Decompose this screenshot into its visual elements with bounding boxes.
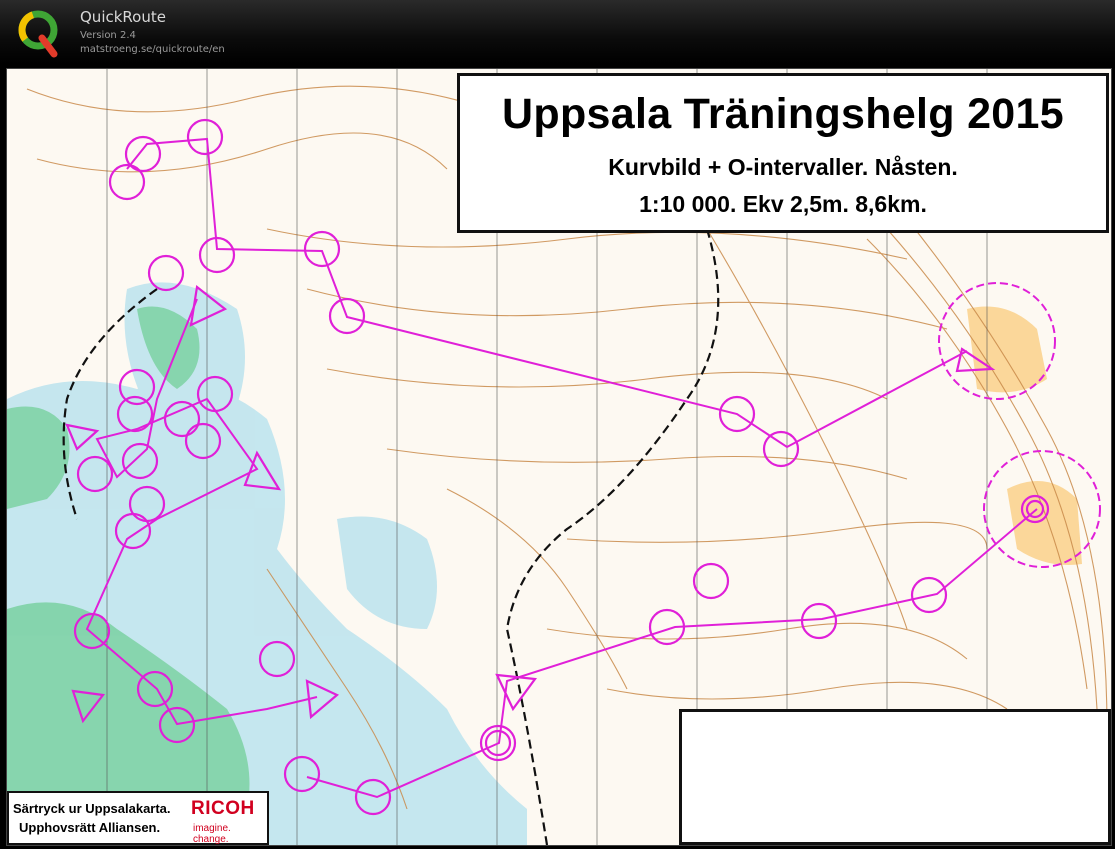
app-version: Version 2.4 xyxy=(80,30,136,41)
credit-copyright: Upphovsrätt Alliansen. xyxy=(19,820,161,835)
map-title-box: Uppsala Träningshelg 2015 Kurvbild + O-i… xyxy=(457,73,1109,233)
sponsor-logo: RICOH xyxy=(191,798,255,819)
map-subtitle-scale: 1:10 000. Ekv 2,5m. 8,6km. xyxy=(639,191,927,217)
open-land xyxy=(967,306,1082,565)
map-canvas[interactable]: Uppsala Träningshelg 2015 Kurvbild + O-i… xyxy=(6,68,1112,846)
blank-legend-box xyxy=(679,709,1111,845)
app-header: QuickRoute Version 2.4 matstroeng.se/qui… xyxy=(0,0,1115,64)
app-url[interactable]: matstroeng.se/quickroute/en xyxy=(80,44,225,55)
map-title: Uppsala Träningshelg 2015 xyxy=(502,90,1064,138)
map-credit-box: Särtryck ur Uppsalakarta. Upphovsrätt Al… xyxy=(7,791,269,845)
map-subtitle-event: Kurvbild + O-intervaller. Nåsten. xyxy=(608,154,958,180)
quickroute-logo-icon xyxy=(18,10,58,58)
credit-reprint: Särtryck ur Uppsalakarta. xyxy=(13,801,171,816)
app-title: QuickRoute xyxy=(80,8,166,26)
sponsor-tagline: imagine. change. xyxy=(193,823,231,845)
